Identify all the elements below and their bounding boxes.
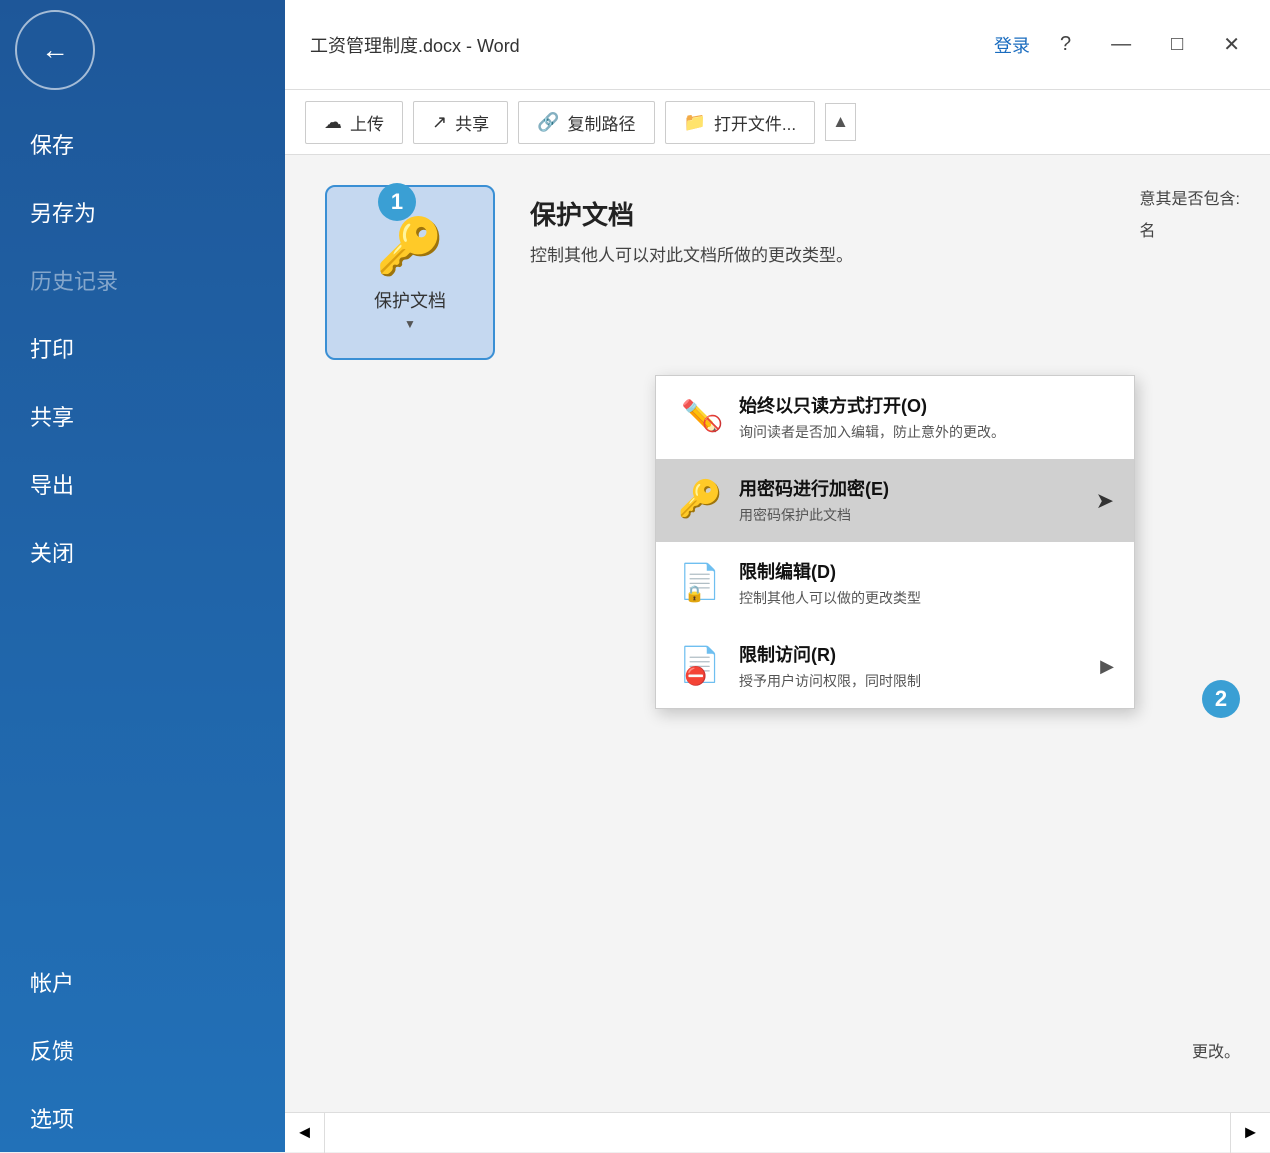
menu-item-encrypt[interactable]: 🔑 用密码进行加密(E) 用密码保护此文档 ➤	[656, 459, 1134, 542]
key-icon: 🔑	[676, 475, 724, 523]
sidebar-item-print[interactable]: 打印	[0, 314, 285, 382]
share-icon: ↗	[432, 112, 447, 133]
sidebar-item-options[interactable]: 选项	[0, 1084, 285, 1152]
bottom-partial-text: 更改。	[1192, 1038, 1240, 1062]
login-link[interactable]: 登录	[994, 32, 1030, 58]
upload-icon: ☁	[324, 112, 342, 133]
protect-desc: 保护文档 控制其他人可以对此文档所做的更改类型。	[530, 185, 853, 269]
main-content: 1 🔑 保护文档 ▼ 保护文档 控制其他人可以对此文档所做的更改类型。 意其是否…	[285, 155, 1270, 1112]
protect-doc-icon: 🔑	[376, 214, 444, 279]
sidebar: ← 保存 另存为 历史记录 打印 共享 导出 关闭 帐户 反馈 选	[0, 0, 285, 1152]
menu-item-restrict-edit[interactable]: 📄🔒 限制编辑(D) 控制其他人可以做的更改类型	[656, 542, 1134, 625]
protect-desc-title: 保护文档	[530, 195, 853, 232]
maximize-button[interactable]: □	[1161, 29, 1193, 60]
protect-dropdown-menu: ✏️🚫 始终以只读方式打开(O) 询问读者是否加入编辑，防止意外的更改。 🔑 用…	[655, 375, 1135, 709]
close-button[interactable]: ✕	[1213, 28, 1250, 61]
protect-doc-label: 保护文档	[374, 287, 446, 313]
bottom-scrollbar: ◄ ►	[285, 1112, 1270, 1152]
menu-item-restrict-access[interactable]: 📄⛔ 限制访问(R) 授予用户访问权限，同时限制 ▶	[656, 625, 1134, 708]
upload-button[interactable]: ☁ 上传	[305, 101, 403, 144]
scroll-left-button[interactable]: ◄	[285, 1113, 325, 1153]
menu-item-readonly-text: 始终以只读方式打开(O) 询问读者是否加入编辑，防止意外的更改。	[739, 392, 1114, 443]
titlebar-controls: 登录 ? — □ ✕	[994, 28, 1250, 61]
sidebar-menu: 保存 另存为 历史记录 打印 共享 导出 关闭	[0, 110, 285, 586]
sidebar-item-account[interactable]: 帐户	[0, 948, 285, 1016]
folder-icon: 📁	[684, 112, 706, 133]
back-icon: ←	[41, 34, 69, 66]
sidebar-item-save[interactable]: 保存	[0, 110, 285, 178]
scroll-right-button[interactable]: ►	[1230, 1113, 1270, 1153]
file-lock-icon: 📄🔒	[676, 558, 724, 606]
toolbar-scroll-up[interactable]: ▲	[825, 103, 856, 141]
right-partial-text-1: 意其是否包含: 名	[1140, 185, 1240, 241]
badge-2: 2	[1202, 680, 1240, 718]
back-button[interactable]: ←	[15, 10, 95, 90]
link-icon: 🔗	[537, 112, 559, 133]
help-button[interactable]: ?	[1050, 29, 1081, 60]
sidebar-item-feedback[interactable]: 反馈	[0, 1016, 285, 1084]
menu-item-restrict-edit-text: 限制编辑(D) 控制其他人可以做的更改类型	[739, 558, 1114, 609]
pencil-cancel-icon: ✏️🚫	[676, 392, 724, 440]
minimize-button[interactable]: —	[1101, 29, 1141, 60]
open-file-button[interactable]: 📁 打开文件...	[665, 101, 816, 144]
sidebar-item-export[interactable]: 导出	[0, 450, 285, 518]
protect-desc-text: 控制其他人可以对此文档所做的更改类型。	[530, 242, 853, 269]
sidebar-bottom: 帐户 反馈 选项	[0, 948, 285, 1152]
menu-item-encrypt-text: 用密码进行加密(E) 用密码保护此文档	[739, 475, 1073, 526]
sidebar-item-saveas[interactable]: 另存为	[0, 178, 285, 246]
file-stop-icon: 📄⛔	[676, 641, 724, 689]
sidebar-item-close[interactable]: 关闭	[0, 518, 285, 586]
protect-doc-area: 🔑 保护文档 ▼ 保护文档 控制其他人可以对此文档所做的更改类型。 意其是否包含…	[285, 155, 1270, 380]
badge-1: 1	[378, 183, 416, 221]
menu-item-readonly[interactable]: ✏️🚫 始终以只读方式打开(O) 询问读者是否加入编辑，防止意外的更改。	[656, 376, 1134, 459]
cursor-indicator: ➤	[1096, 488, 1114, 514]
protect-doc-arrow: ▼	[404, 317, 416, 331]
sidebar-item-share[interactable]: 共享	[0, 382, 285, 450]
toolbar: ☁ 上传 ↗ 共享 🔗 复制路径 📁 打开文件... ▲	[285, 90, 1270, 155]
share-button[interactable]: ↗ 共享	[413, 101, 508, 144]
menu-item-restrict-access-text: 限制访问(R) 授予用户访问权限，同时限制	[739, 641, 1085, 692]
sidebar-item-history: 历史记录	[0, 246, 285, 314]
copy-path-button[interactable]: 🔗 复制路径	[518, 101, 654, 144]
titlebar-filename: 工资管理制度.docx - Word	[310, 32, 994, 58]
submenu-arrow: ▶	[1100, 656, 1114, 677]
